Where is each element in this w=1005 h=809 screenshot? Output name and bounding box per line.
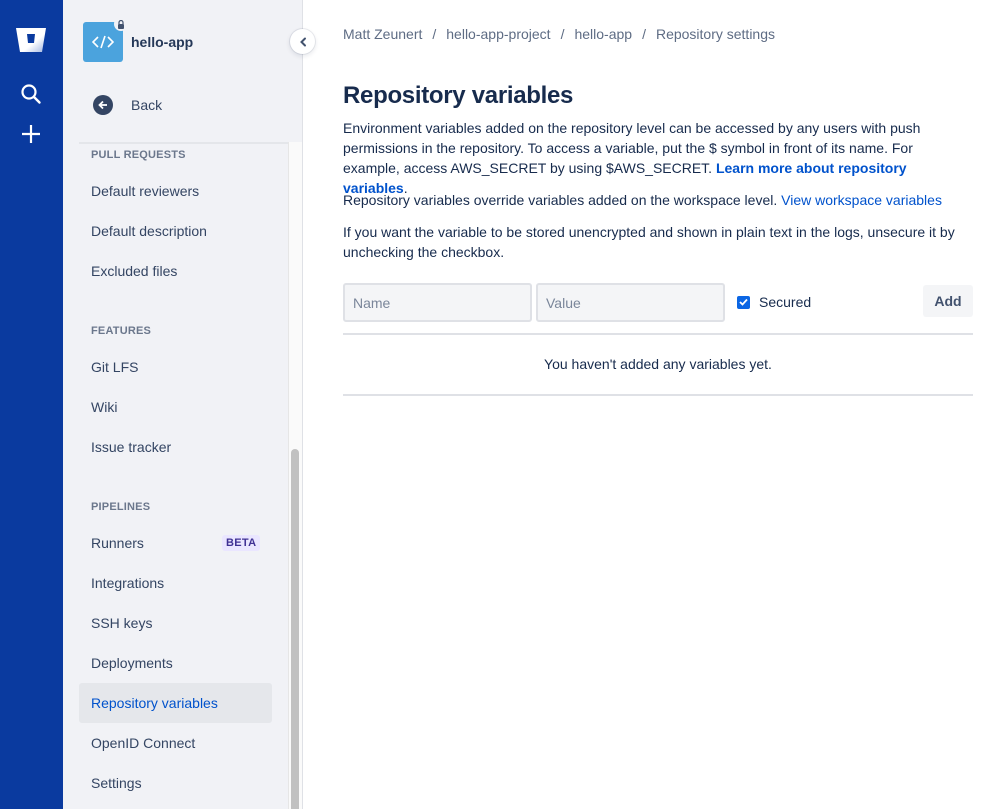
breadcrumb-separator: / <box>642 26 646 42</box>
add-variable-form: Secured Add <box>343 283 973 322</box>
search-icon[interactable] <box>20 83 42 105</box>
nav-item-label: Runners <box>91 535 144 551</box>
back-label: Back <box>131 97 163 113</box>
repo-name: hello-app <box>131 34 194 50</box>
bitbucket-logo-icon[interactable] <box>15 26 47 54</box>
breadcrumb: Matt Zeunert / hello-app-project / hello… <box>343 26 775 42</box>
section-title-pull-requests: PULL REQUESTS <box>91 149 186 161</box>
sidebar-scrollbar-thumb[interactable] <box>291 449 299 809</box>
nav-item-git-lfs[interactable]: Git LFS <box>79 347 272 387</box>
secured-checkbox[interactable]: Secured <box>737 294 811 310</box>
page-title: Repository variables <box>343 82 574 109</box>
variable-name-input[interactable] <box>343 283 532 322</box>
nav-item-ssh-keys[interactable]: SSH keys <box>79 603 272 643</box>
beta-badge: BETA <box>222 535 261 551</box>
nav-item-deployments[interactable]: Deployments <box>79 643 272 683</box>
breadcrumb-item-workspace[interactable]: Matt Zeunert <box>343 26 422 42</box>
global-nav <box>0 0 63 809</box>
checkbox-checked-icon[interactable] <box>737 295 750 309</box>
repo-avatar <box>83 17 128 62</box>
arrow-left-icon <box>93 95 113 115</box>
breadcrumb-separator: / <box>560 26 565 42</box>
code-icon <box>92 35 114 49</box>
nav-item-wiki[interactable]: Wiki <box>79 387 272 427</box>
view-workspace-variables-link[interactable]: View workspace variables <box>781 192 942 208</box>
nav-item-issue-tracker[interactable]: Issue tracker <box>79 427 272 467</box>
nav-item-excluded-files[interactable]: Excluded files <box>79 251 272 291</box>
unsecure-paragraph: If you want the variable to be stored un… <box>343 224 955 260</box>
section-title-pipelines: PIPELINES <box>91 501 151 513</box>
nav-item-runners[interactable]: Runners BETA <box>79 523 272 563</box>
plus-icon[interactable] <box>20 123 42 145</box>
nav-item-default-description[interactable]: Default description <box>79 211 272 251</box>
nav-item-settings[interactable]: Settings <box>79 763 272 803</box>
override-text: Repository variables override variables … <box>343 192 782 208</box>
collapse-sidebar-button[interactable] <box>290 29 315 54</box>
breadcrumb-item-project[interactable]: hello-app-project <box>446 26 550 42</box>
variable-value-input[interactable] <box>536 283 725 322</box>
lock-icon <box>114 17 128 31</box>
table-top-divider <box>343 333 973 335</box>
breadcrumb-separator: / <box>432 26 437 42</box>
nav-item-integrations[interactable]: Integrations <box>79 563 272 603</box>
nav-item-openid-connect[interactable]: OpenID Connect <box>79 723 272 763</box>
breadcrumb-item-repo[interactable]: hello-app <box>574 26 632 42</box>
back-button[interactable]: Back <box>93 95 162 115</box>
nav-item-repository-variables[interactable]: Repository variables <box>79 683 272 723</box>
table-bottom-divider <box>343 394 973 396</box>
nav-item-default-reviewers[interactable]: Default reviewers <box>79 171 272 211</box>
settings-nav: PULL REQUESTS Default reviewers Default … <box>79 142 288 809</box>
description-paragraph: Environment variables added on the repos… <box>343 118 973 198</box>
chevron-left-icon <box>299 37 306 46</box>
breadcrumb-item-settings[interactable]: Repository settings <box>656 26 775 42</box>
section-title-features: FEATURES <box>91 325 152 337</box>
add-variable-button[interactable]: Add <box>923 285 973 317</box>
secured-label: Secured <box>759 294 812 310</box>
override-paragraph: Repository variables override variables … <box>343 190 973 210</box>
repo-header[interactable]: hello-app <box>83 17 194 62</box>
sidebar-divider <box>302 0 303 809</box>
empty-state-message: You haven't added any variables yet. <box>544 356 772 372</box>
